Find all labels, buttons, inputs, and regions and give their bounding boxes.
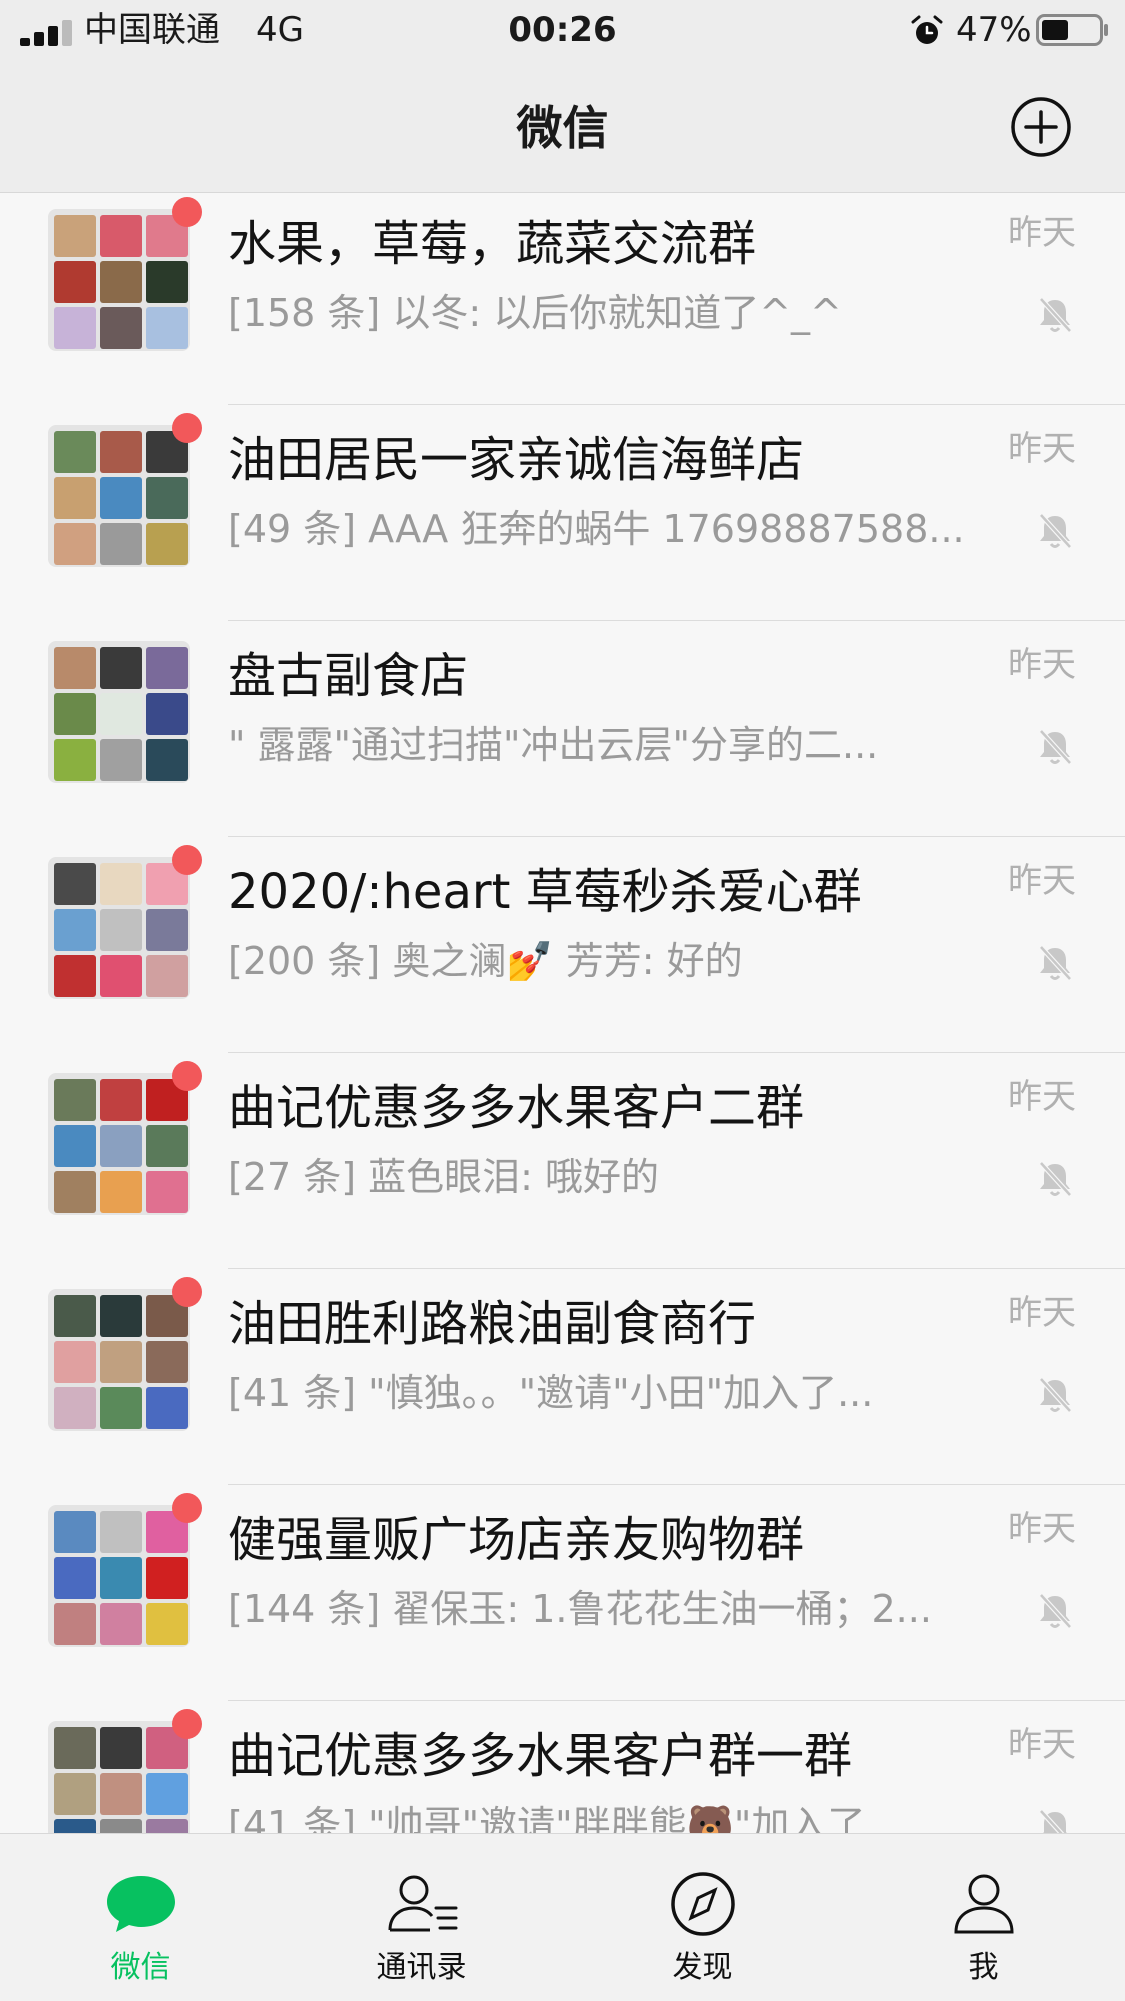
group-avatar: [48, 209, 190, 351]
unread-dot: [172, 1061, 202, 1091]
chat-name: 油田胜利路粮油副食商行: [228, 1296, 757, 1352]
unread-dot: [172, 1277, 202, 1307]
tab-label: 通讯录: [376, 1950, 467, 1985]
mute-bell-icon: [1039, 729, 1072, 765]
alarm-icon: [911, 15, 943, 44]
chat-bubble-icon: [107, 1876, 175, 1932]
compass-icon: [671, 1872, 735, 1936]
chat-name: 水果，草莓，蔬菜交流群: [228, 216, 757, 272]
status-bar: 中国联通 4G 00:26 47%: [0, 0, 1125, 62]
chat-row[interactable]: 油田居民一家亲诚信海鲜店 [49 条] AAA 狂奔的蜗牛 17698887588…: [0, 405, 1125, 621]
chat-name: 健强量贩广场店亲友购物群: [228, 1512, 805, 1568]
unread-dot: [172, 1709, 202, 1739]
page-title: 微信: [516, 101, 609, 155]
mute-bell-icon: [1039, 513, 1072, 549]
tab-3[interactable]: 我: [843, 1834, 1124, 2001]
chat-preview: [49 条] AAA 狂奔的蜗牛 17698887588...: [228, 507, 965, 551]
chat-row[interactable]: 曲记优惠多多水果客户二群 [27 条] 蓝色眼泪: 哦好的 昨天: [0, 1053, 1125, 1269]
chat-time: 昨天: [1008, 861, 1076, 901]
chat-row[interactable]: 曲记优惠多多水果客户群一群 [41 条] "帅哥"邀请"胖胖熊🐻"加入了... 昨天: [0, 1701, 1125, 1833]
mute-bell-icon: [1039, 1809, 1067, 1833]
unread-dot: [172, 845, 202, 875]
contacts-icon: [388, 1875, 458, 1932]
battery-percentage: 47%: [956, 10, 1032, 50]
tab-1[interactable]: 通讯录: [281, 1834, 562, 2001]
chat-preview: " 露露"通过扫描"冲出云层"分享的二...: [228, 723, 879, 767]
chat-row[interactable]: 水果，草莓，蔬菜交流群 [158 条] 以冬: 以后你就知道了^_^ 昨天: [0, 193, 1125, 405]
chat-time: 昨天: [1008, 213, 1076, 253]
nav-bar: 微信: [0, 62, 1125, 193]
tab-label: 微信: [110, 1950, 171, 1985]
group-avatar: [48, 1721, 190, 1833]
plus-circle-icon[interactable]: [1010, 96, 1072, 158]
chat-time: 昨天: [1008, 429, 1076, 469]
chat-name: 曲记优惠多多水果客户群一群: [228, 1728, 853, 1784]
chat-preview: [41 条] "慎独。。"邀请"小田"加入了...: [228, 1371, 874, 1415]
chat-row[interactable]: 健强量贩广场店亲友购物群 [144 条] 翟保玉: 1.鲁花花生油一桶；2... 昨…: [0, 1485, 1125, 1701]
chat-preview: [144 条] 翟保玉: 1.鲁花花生油一桶；2...: [228, 1587, 932, 1631]
chat-preview: [27 条] 蓝色眼泪: 哦好的: [228, 1155, 660, 1199]
chat-name: 曲记优惠多多水果客户二群: [228, 1080, 805, 1136]
mute-bell-icon: [1039, 1377, 1072, 1413]
group-avatar: [48, 425, 190, 567]
chat-name: 2020/:heart 草莓秒杀爱心群: [228, 864, 862, 920]
tab-0[interactable]: 微信: [0, 1834, 281, 2001]
mute-bell-icon: [1039, 945, 1072, 981]
unread-dot: [172, 1493, 202, 1523]
chat-preview: [41 条] "帅哥"邀请"胖胖熊🐻"加入了...: [228, 1803, 902, 1833]
chat-row[interactable]: 油田胜利路粮油副食商行 [41 条] "慎独。。"邀请"小田"加入了... 昨天: [0, 1269, 1125, 1485]
mute-bell-icon: [1039, 1161, 1072, 1197]
chat-row[interactable]: 盘古副食店 " 露露"通过扫描"冲出云层"分享的二... 昨天: [0, 621, 1125, 837]
chat-name: 盘古副食店: [228, 648, 469, 704]
chat-preview: [158 条] 以冬: 以后你就知道了^_^: [228, 291, 842, 335]
chat-time: 昨天: [1008, 1077, 1076, 1117]
chat-row[interactable]: 2020/:heart 草莓秒杀爱心群 [200 条] 奥之澜💅 芳芳: 好的 昨天: [0, 837, 1125, 1053]
group-avatar: [48, 857, 190, 999]
chat-time: 昨天: [1008, 1293, 1076, 1333]
mute-bell-icon: [1039, 297, 1072, 333]
group-avatar: [48, 1073, 190, 1215]
chat-preview: [200 条] 奥之澜💅 芳芳: 好的: [228, 939, 743, 983]
group-avatar: [48, 1505, 190, 1647]
unread-dot: [172, 197, 202, 227]
battery-icon: [1036, 14, 1108, 46]
chat-time: 昨天: [1008, 1725, 1076, 1765]
chat-list[interactable]: 水果，草莓，蔬菜交流群 [158 条] 以冬: 以后你就知道了^_^ 昨天 油田居民一…: [0, 193, 1125, 1833]
tab-2[interactable]: 发现: [562, 1834, 843, 2001]
chat-name: 油田居民一家亲诚信海鲜店: [228, 432, 805, 488]
group-avatar: [48, 641, 190, 783]
tab-label: 发现: [672, 1950, 733, 1985]
person-icon: [954, 1874, 1014, 1934]
chat-time: 昨天: [1008, 645, 1076, 685]
unread-dot: [172, 413, 202, 443]
group-avatar: [48, 1289, 190, 1431]
tab-label: 我: [968, 1950, 999, 1985]
tab-bar: 微信 通讯录 发现 我: [0, 1833, 1125, 2001]
chat-time: 昨天: [1008, 1509, 1076, 1549]
mute-bell-icon: [1039, 1593, 1072, 1629]
